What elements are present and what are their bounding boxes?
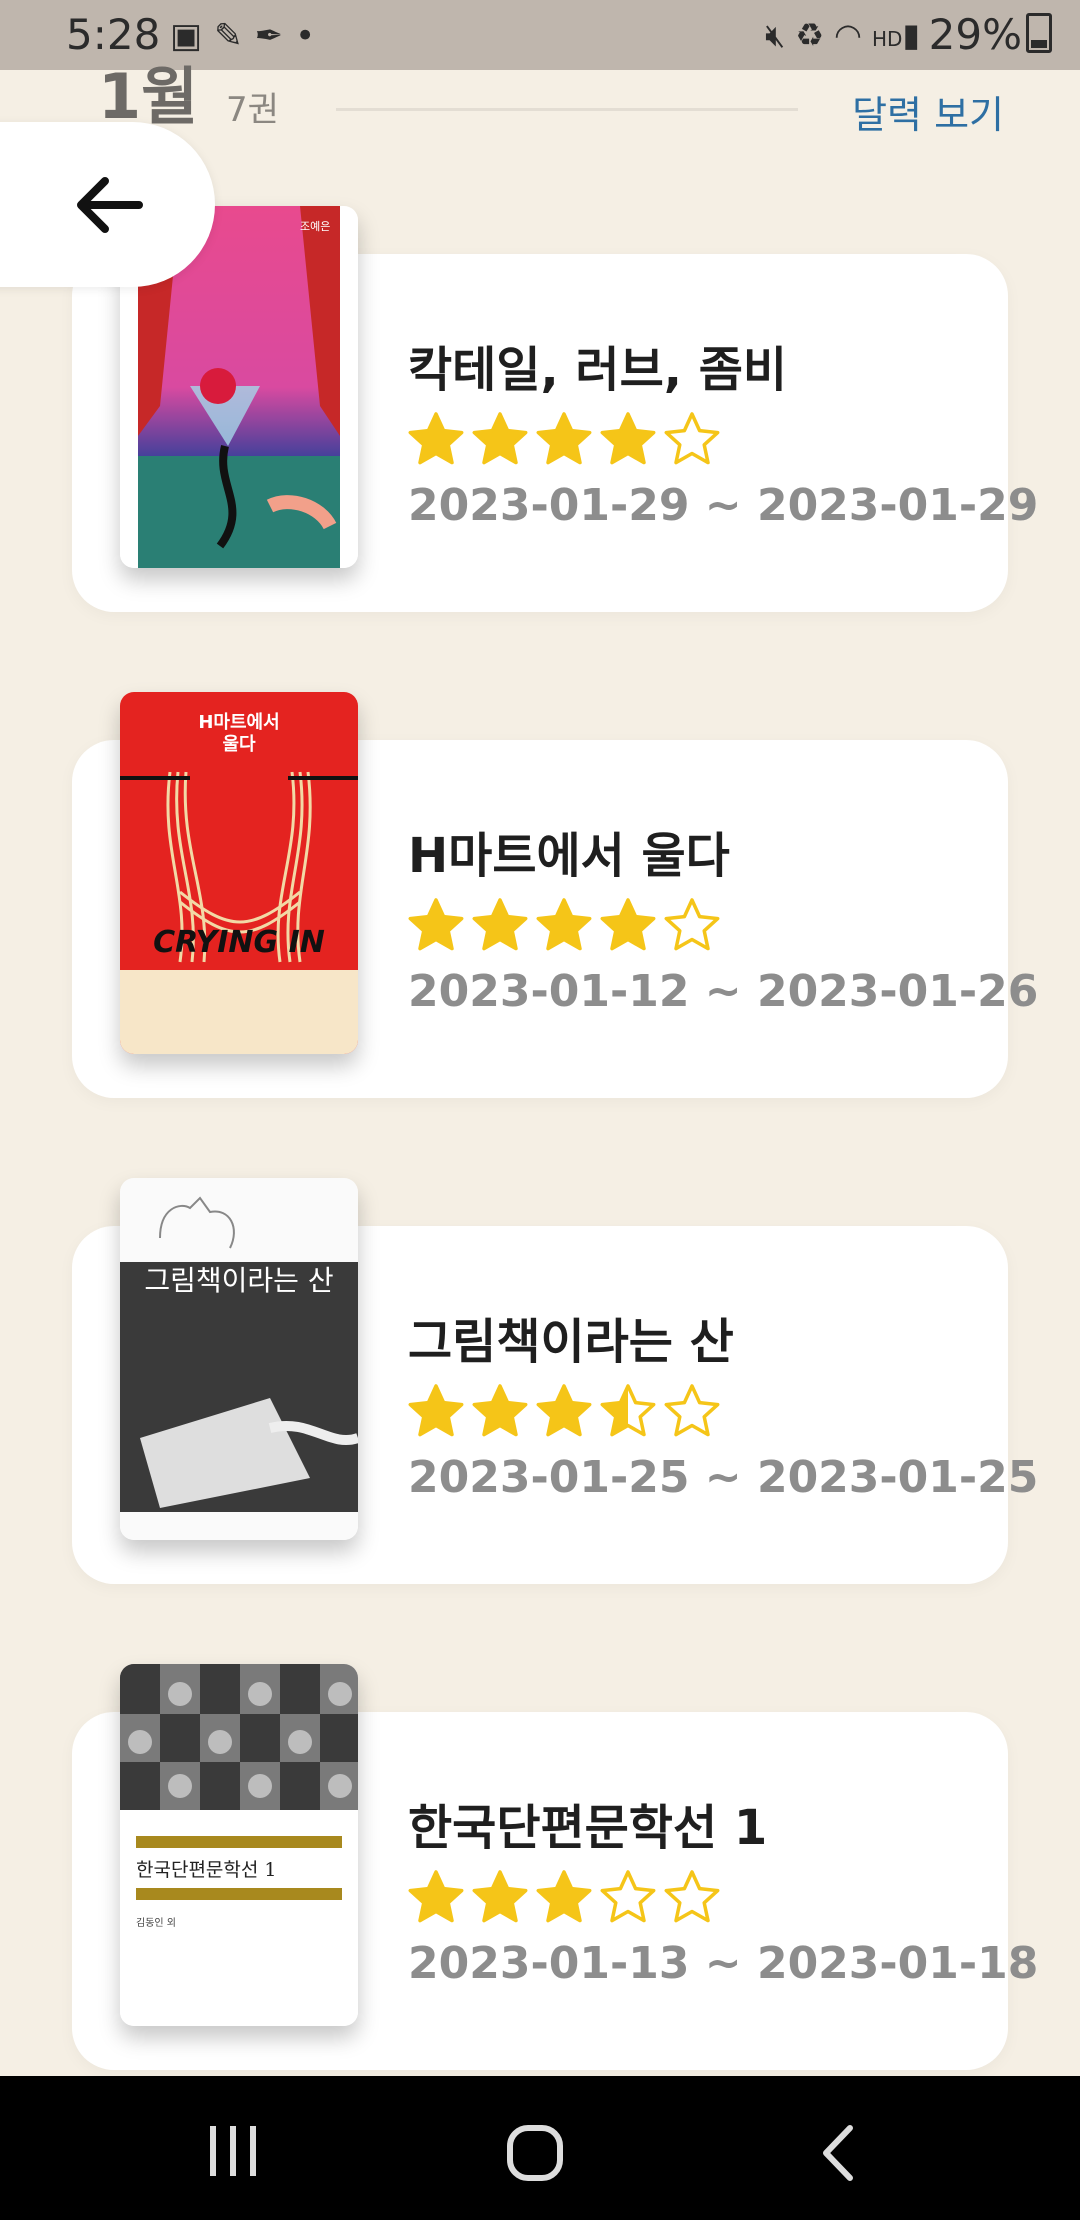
battery-percent: 29% [928,10,1022,59]
cover-title: 그림책이라는 산 [144,1264,333,1297]
cover-author: 김동인 외 [136,1917,176,1929]
star-empty-icon [664,412,720,465]
star-empty-icon [664,1384,720,1437]
cover-art: 그림책이라는 산 [120,1178,358,1540]
star-filled-icon [408,1870,464,1923]
wifi-icon: ◠ [834,16,872,54]
hd-voice-icon: HD [871,27,903,51]
recycle-icon: ♻ [795,16,835,54]
star-filled-icon [408,898,464,951]
book-cover[interactable]: 한국단편문학선 1 김동인 외 [120,1664,358,2026]
cover-title-line2: 울다 [222,734,256,755]
header-divider [336,108,798,111]
system-nav-bar [0,2076,1080,2220]
battery-icon [1026,13,1052,53]
feather-icon: ✒ [254,16,296,56]
book-cover[interactable]: 그림책이라는 산 [120,1178,358,1540]
star-empty-icon [600,1870,656,1923]
book-title: 그림책이라는 산 [408,1314,734,1370]
star-empty-icon [664,1870,720,1923]
pen-icon: ✎ [214,16,255,56]
cover-title: 한국단편문학선 1 [136,1859,277,1881]
star-filled-icon [536,1870,592,1923]
cover-title-line1: H마트에서 [198,712,279,733]
star-filled-icon [472,412,528,465]
cover-art: 한국단편문학선 1 김동인 외 [120,1664,358,2026]
star-filled-icon [472,1384,528,1437]
book-title: 칵테일, 러브, 좀비 [408,342,788,398]
star-rating [406,896,722,958]
star-filled-icon [408,412,464,465]
book-count: 7권 [226,90,279,130]
book-title: H마트에서 울다 [408,828,730,884]
mute-icon: 🔇︎ [765,16,796,54]
arrow-left-icon [76,176,143,233]
star-filled-icon [600,412,656,465]
home-icon[interactable] [506,2124,564,2182]
star-rating [406,410,722,472]
cover-text: CRYING IN [153,925,325,960]
system-icons: 🔇︎♻◠HD▮ [765,16,930,55]
reading-dates: 2023-01-29 ~ 2023-01-29 [408,480,1039,531]
book-title: 한국단편문학선 1 [408,1800,768,1856]
star-filled-icon [408,1384,464,1437]
star-filled-icon [600,898,656,951]
book-cover[interactable]: H마트에서 울다 CRYING IN [120,692,358,1054]
star-half-icon [600,1384,656,1437]
star-filled-icon [536,1384,592,1437]
star-rating [406,1868,722,1930]
back-nav-icon[interactable] [818,2124,858,2182]
star-filled-icon [536,412,592,465]
battery-status: 29% [929,10,1052,59]
recent-apps-icon[interactable] [206,2124,260,2178]
reading-dates: 2023-01-25 ~ 2023-01-25 [408,1452,1039,1503]
dot-icon: • [295,16,328,56]
star-filled-icon [472,1870,528,1923]
cover-art: H마트에서 울다 CRYING IN [120,692,358,1054]
reading-dates: 2023-01-12 ~ 2023-01-26 [408,966,1039,1017]
calendar-view-link[interactable]: 달력 보기 [852,84,1004,139]
signal-icon: ▮ [902,16,930,54]
star-filled-icon [472,898,528,951]
star-filled-icon [536,898,592,951]
star-empty-icon [664,898,720,951]
star-rating [406,1382,722,1444]
reading-dates: 2023-01-13 ~ 2023-01-18 [408,1938,1039,1989]
back-button[interactable] [0,122,215,287]
cover-author: 조예은 [300,220,330,233]
